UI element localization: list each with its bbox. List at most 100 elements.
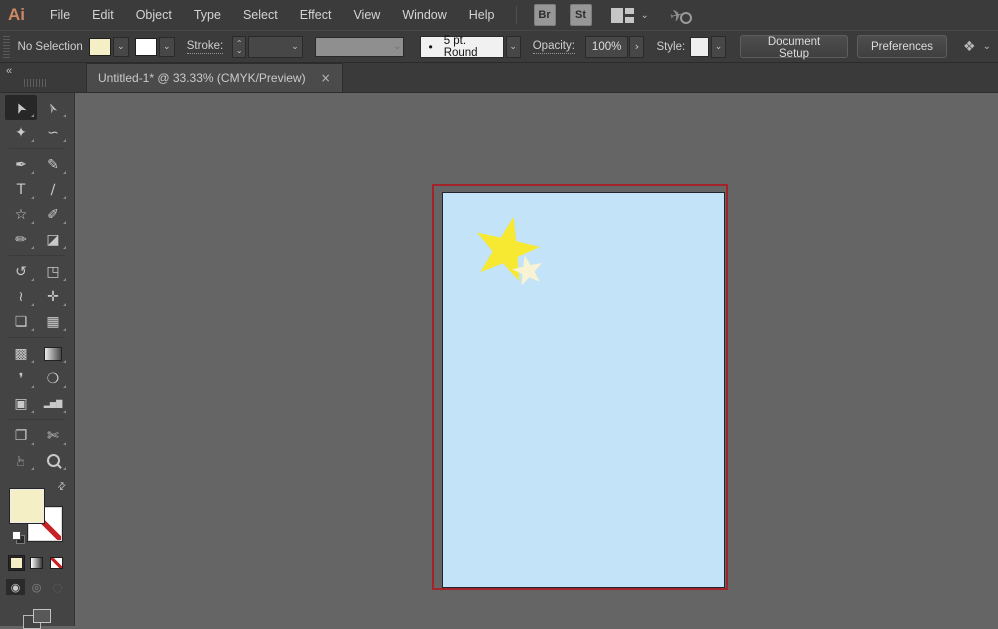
toolbar-grip[interactable] — [24, 79, 48, 87]
fill-color-swatch[interactable] — [89, 38, 111, 56]
screen-mode-icon[interactable] — [23, 609, 51, 629]
stroke-weight-combobox[interactable]: ⌄ — [248, 36, 302, 58]
selection-tool[interactable]: ➤ — [5, 95, 37, 120]
style-dropdown[interactable]: ⌄ — [711, 36, 726, 58]
stock-button[interactable]: St — [570, 4, 592, 26]
scale-tool[interactable]: ◳ — [37, 259, 69, 284]
gradient-tool[interactable] — [37, 341, 69, 366]
hand-tool[interactable]: ☞ — [5, 448, 37, 473]
artboard-tool-icon: ❐ — [15, 428, 28, 444]
menu-effect[interactable]: Effect — [289, 0, 343, 30]
slice-tool[interactable]: ✄ — [37, 423, 69, 448]
menu-window[interactable]: Window — [391, 0, 457, 30]
preferences-button[interactable]: Preferences — [857, 35, 947, 58]
workspace: ➤➢✦ ∽ ✒ ✎T∕☆✐ ✏ ◪↺◳ ≀ ✛ ❏ ▦▩❜ ❍ ▣ ▂▅▇ ❐ ✄ ☞ ⇄ ◉ ◎ ◌ — [0, 93, 998, 626]
perspective-grid-tool[interactable]: ▦ — [37, 309, 69, 334]
artwork-layer — [443, 193, 724, 587]
brush-definition-combobox[interactable]: • 5 pt. Round — [420, 36, 503, 58]
tool-group-separator — [5, 145, 69, 152]
document-setup-button[interactable]: Document Setup — [740, 35, 848, 58]
stroke-weight-stepper[interactable]: ⌃ ⌄ — [232, 36, 246, 58]
symbol-sprayer-tool[interactable]: ▣ — [5, 391, 37, 416]
style-swatch[interactable] — [690, 37, 709, 57]
shaper-tool[interactable]: ✏ — [5, 227, 37, 252]
stroke-color-control[interactable]: ⌄ — [135, 37, 175, 57]
width-tool-icon: ≀ — [18, 289, 23, 305]
menu-object[interactable]: Object — [125, 0, 183, 30]
chevron-down-icon[interactable]: ⌄ — [983, 41, 991, 52]
control-panel: No Selection ⌄ ⌄ Stroke: ⌃ ⌄ ⌄ ⌄ • 5 pt.… — [0, 30, 998, 63]
eyedropper-tool[interactable]: ❜ — [5, 366, 37, 391]
pen-tool-icon: ✒ — [15, 157, 27, 173]
curvature-tool[interactable]: ✎ — [37, 152, 69, 177]
menu-select[interactable]: Select — [232, 0, 289, 30]
opacity-arrow-button[interactable]: › — [629, 36, 644, 58]
canvas-area[interactable] — [75, 93, 998, 626]
line-segment-tool[interactable]: ∕ — [37, 177, 69, 202]
column-graph-tool-icon: ▂▅▇ — [44, 399, 62, 408]
opacity-label[interactable]: Opacity: — [533, 40, 575, 54]
arrange-documents-icon[interactable] — [611, 8, 634, 23]
style-label: Style: — [656, 41, 685, 53]
document-tab[interactable]: Untitled-1* @ 33.33% (CMYK/Preview) × — [86, 63, 343, 92]
artboard-tool[interactable]: ❐ — [5, 423, 37, 448]
menu-help[interactable]: Help — [458, 0, 506, 30]
fill-stroke-indicator[interactable]: ⇄ — [10, 485, 64, 543]
control-panel-grip[interactable] — [3, 36, 10, 58]
opacity-field[interactable]: 100% — [585, 36, 628, 58]
draw-normal-button[interactable]: ◉ — [6, 579, 25, 595]
column-graph-tool[interactable]: ▂▅▇ — [37, 391, 69, 416]
close-tab-icon[interactable]: × — [321, 71, 331, 85]
eraser-tool[interactable]: ◪ — [37, 227, 69, 252]
paintbrush-tool[interactable]: ✐ — [37, 202, 69, 227]
menu-edit[interactable]: Edit — [81, 0, 125, 30]
lasso-tool-icon: ∽ — [47, 125, 59, 141]
symbol-sprayer-tool-icon: ▣ — [14, 396, 27, 412]
gradient-button[interactable] — [28, 555, 45, 571]
zoom-tool[interactable] — [37, 448, 69, 473]
fill-color-control[interactable]: ⌄ — [89, 37, 129, 57]
fill-swatch[interactable] — [10, 489, 44, 523]
lasso-tool[interactable]: ∽ — [37, 120, 69, 145]
free-transform-tool[interactable]: ✛ — [37, 284, 69, 309]
fill-color-dropdown[interactable]: ⌄ — [113, 37, 129, 57]
tools-panel: ➤➢✦ ∽ ✒ ✎T∕☆✐ ✏ ◪↺◳ ≀ ✛ ❏ ▦▩❜ ❍ ▣ ▂▅▇ ❐ ✄ ☞ ⇄ ◉ ◎ ◌ — [0, 93, 75, 626]
collapse-panels-icon[interactable]: « — [6, 65, 12, 77]
blend-tool-icon: ❍ — [47, 371, 60, 387]
pen-tool[interactable]: ✒ — [5, 152, 37, 177]
brush-bullet-icon: • — [428, 40, 432, 54]
stepper-down-icon[interactable]: ⌄ — [236, 47, 243, 54]
align-options-icon[interactable]: ❖ — [963, 39, 976, 55]
shaper-tool-icon: ✏ — [15, 232, 27, 248]
artboard[interactable] — [442, 192, 725, 588]
none-button[interactable] — [48, 555, 65, 571]
type-tool[interactable]: T — [5, 177, 37, 202]
rotate-tool[interactable]: ↺ — [5, 259, 37, 284]
drawing-modes-row: ◉ ◎ ◌ — [6, 579, 68, 595]
draw-inside-button[interactable]: ◌ — [48, 579, 67, 595]
blend-tool[interactable]: ❍ — [37, 366, 69, 391]
cs-live-icon[interactable]: ✈ — [670, 6, 692, 25]
bridge-button[interactable]: Br — [534, 4, 556, 26]
variable-width-profile-dropdown[interactable]: ⌄ — [315, 37, 405, 57]
stroke-color-swatch[interactable] — [135, 38, 157, 56]
mesh-tool[interactable]: ▩ — [5, 341, 37, 366]
shape-builder-tool[interactable]: ❏ — [5, 309, 37, 334]
draw-behind-button[interactable]: ◎ — [27, 579, 46, 595]
default-fill-stroke-icon[interactable] — [12, 531, 26, 545]
color-button[interactable] — [8, 555, 25, 571]
menu-file[interactable]: File — [39, 0, 81, 30]
stroke-color-dropdown[interactable]: ⌄ — [159, 37, 175, 57]
swap-fill-stroke-icon[interactable]: ⇄ — [55, 480, 69, 494]
brush-definition-dropdown[interactable]: ⌄ — [506, 36, 521, 58]
width-tool[interactable]: ≀ — [5, 284, 37, 309]
shape-builder-tool-icon: ❏ — [15, 314, 28, 330]
stroke-weight-label[interactable]: Stroke: — [187, 40, 223, 54]
menu-view[interactable]: View — [342, 0, 391, 30]
direct-selection-tool[interactable]: ➢ — [37, 95, 69, 120]
chevron-down-icon[interactable]: ⌄ — [641, 10, 649, 21]
magic-wand-tool[interactable]: ✦ — [5, 120, 37, 145]
star-shape-tool[interactable]: ☆ — [5, 202, 37, 227]
menu-type[interactable]: Type — [183, 0, 232, 30]
hand-tool-icon: ☞ — [13, 454, 29, 467]
